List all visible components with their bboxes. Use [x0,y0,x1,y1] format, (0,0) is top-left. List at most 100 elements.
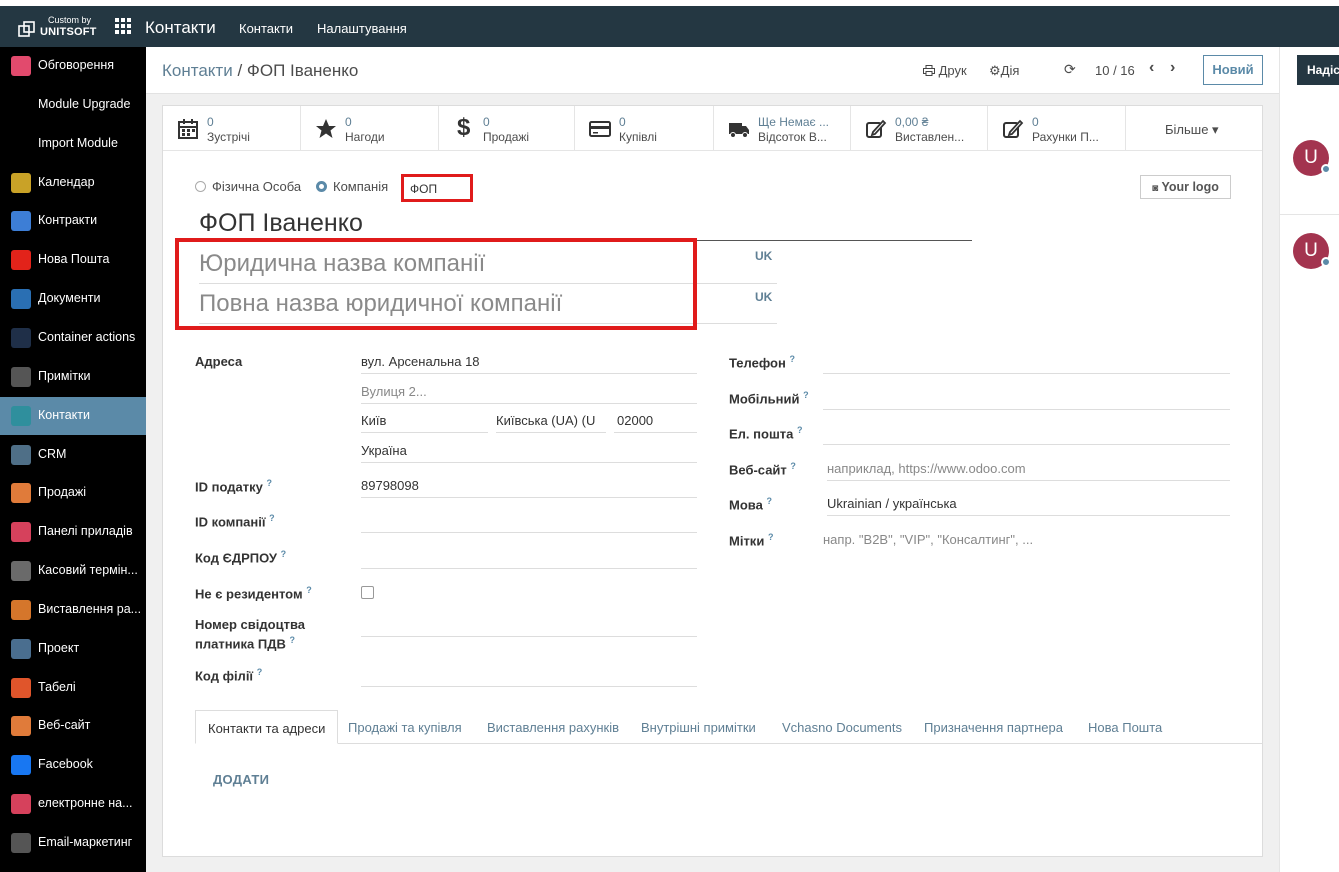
avatar[interactable]: U [1293,233,1331,269]
city-input[interactable]: Київ [361,409,488,433]
sidebar-item[interactable]: Панелі приладів [0,513,146,551]
notes-icon [11,366,31,387]
sidebar-item[interactable]: Виставлення ра... [0,591,146,629]
chatter-panel: Надіслати U U [1279,47,1339,872]
language-select[interactable]: Ukrainian / українська [827,492,1230,516]
main-content: Контакти / ФОП Іваненко Друк ⚙Дія ⟳ 10 /… [146,47,1279,872]
website-input[interactable]: наприклад, https://www.odoo.com [827,457,1230,481]
e-doc-icon [11,794,31,815]
smart-button-bills[interactable]: 0 Рахунки П... [988,106,1126,151]
help-icon[interactable]: ? [797,425,803,435]
sidebar-item[interactable]: Обговорення [0,47,146,85]
radio-company[interactable]: Компанія [316,179,388,194]
sidebar-item[interactable]: Container actions [0,319,146,357]
country-select[interactable]: Україна [361,439,697,463]
sidebar-item[interactable]: Email-маркетинг [0,824,146,862]
company-id-input[interactable] [361,509,697,533]
send-message-button[interactable]: Надіслати [1297,55,1339,85]
sidebar-item[interactable]: Контракти [0,202,146,240]
help-icon[interactable]: ? [766,496,772,506]
sidebar-item[interactable]: Facebook [0,746,146,784]
radio-person[interactable]: Фізична Особа [195,179,301,194]
help-icon[interactable]: ? [306,585,312,595]
phone-input[interactable] [823,350,1230,374]
tags-input[interactable]: напр. "B2B", "VIP", "Консалтинг", ... [823,528,1230,552]
help-icon[interactable]: ? [768,532,774,542]
sidebar-item[interactable]: електронне на... [0,785,146,823]
lang-badge-legal-name[interactable]: UK [755,249,772,263]
sidebar-item[interactable]: Документи [0,280,146,318]
print-button[interactable]: Друк [923,63,967,78]
non-resident-checkbox[interactable] [361,586,374,599]
refresh-icon[interactable]: ⟳ [1064,61,1076,78]
sidebar-item[interactable]: Продажі [0,474,146,512]
edrpou-input[interactable] [361,545,697,569]
add-contact-button[interactable]: ДОДАТИ [213,772,269,787]
branch-code-input[interactable] [361,663,697,687]
branch-code-label: Код філії ? [195,667,262,683]
pager-value[interactable]: 10 / 16 [1095,63,1135,78]
smart-button-meetings[interactable]: 0 Зустрічі [163,106,301,151]
partner-name-input[interactable]: ФОП Іваненко [199,209,972,241]
chevron-right-icon[interactable]: › [1170,59,1175,77]
zip-input[interactable]: 02000 [614,409,697,433]
sidebar-item[interactable]: Module Upgrade [0,86,146,124]
sidebar-item[interactable]: Import Module [0,125,146,163]
street-input[interactable]: вул. Арсенальна 18 [361,350,697,374]
breadcrumb-contacts-link[interactable]: Контакти [162,61,233,80]
smart-button-opportunities[interactable]: 0 Нагоди [301,106,439,151]
help-icon[interactable]: ? [266,478,272,488]
avatar[interactable]: U [1293,140,1331,176]
tab-internal-notes[interactable]: Внутрішні примітки [641,710,756,744]
app-title[interactable]: Контакти [145,18,216,38]
sidebar-item[interactable]: Нова Пошта [0,241,146,279]
menu-settings[interactable]: Налаштування [317,21,407,36]
tab-contacts-addresses[interactable]: Контакти та адреси [195,710,339,744]
tab-invoicing[interactable]: Виставлення рахунків [487,710,619,744]
help-icon[interactable]: ? [257,667,263,677]
print-icon [923,65,935,76]
print-label: Друк [938,63,967,78]
mobile-input[interactable] [823,386,1230,410]
smart-button-sales[interactable]: $ 0 Продажі [439,106,575,151]
logo-upload-button[interactable]: ◙ Your logo [1140,175,1231,199]
help-icon[interactable]: ? [790,461,796,471]
sidebar-item-label: Продажі [38,485,86,500]
help-icon[interactable]: ? [269,513,275,523]
apps-grid-icon[interactable] [115,18,131,34]
menu-contacts[interactable]: Контакти [239,21,293,36]
tab-vchasno-documents[interactable]: Vchasno Documents [782,710,902,744]
state-select[interactable]: Київська (UA) (U [496,409,606,433]
help-icon[interactable]: ? [290,635,296,645]
sidebar-item[interactable]: Примітки [0,358,146,396]
tax-id-input[interactable]: 89798098 [361,474,697,498]
email-input[interactable] [823,421,1230,445]
vat-cert-input[interactable] [361,613,697,637]
new-button[interactable]: Новий [1203,55,1263,85]
sidebar-item[interactable]: Табелі [0,669,146,707]
tab-sales-purchase[interactable]: Продажі та купівля [348,710,462,744]
help-icon[interactable]: ? [803,390,809,400]
help-icon[interactable]: ? [281,549,287,559]
sidebar-item[interactable]: Проект [0,630,146,668]
sidebar-item[interactable]: CRM [0,436,146,474]
sidebar-item[interactable]: Календар [0,164,146,202]
sidebar-item[interactable]: Веб-сайт [0,707,146,745]
sidebar-item[interactable]: Контакти [0,396,146,435]
help-icon[interactable]: ? [789,354,795,364]
tab-partner-assignment[interactable]: Призначення партнера [924,710,1063,744]
more-dropdown[interactable]: Більше ▾ [1165,122,1219,138]
smart-button-invoiced[interactable]: 0,00 ₴ Виставлен... [851,106,988,151]
brand-logo[interactable]: Custom by UNITSOFT [16,14,96,40]
mobile-label-text: Мобільний [729,391,800,407]
sidebar-item[interactable]: Касовий термін... [0,552,146,590]
tab-nova-poshta[interactable]: Нова Пошта [1088,710,1162,744]
smart-button-on-time-rate[interactable]: Ще Немає ... Відсоток В... [714,106,851,151]
company-type-input[interactable]: ФОП [401,174,473,202]
lang-badge-full-legal-name[interactable]: UK [755,290,772,304]
action-button[interactable]: ⚙Дія [989,63,1019,79]
sidebar-item-label: Документи [38,291,101,306]
smart-button-purchases[interactable]: 0 Купівлі [575,106,714,151]
chevron-left-icon[interactable]: ‹ [1149,59,1154,77]
street2-input[interactable]: Вулиця 2... [361,380,697,404]
